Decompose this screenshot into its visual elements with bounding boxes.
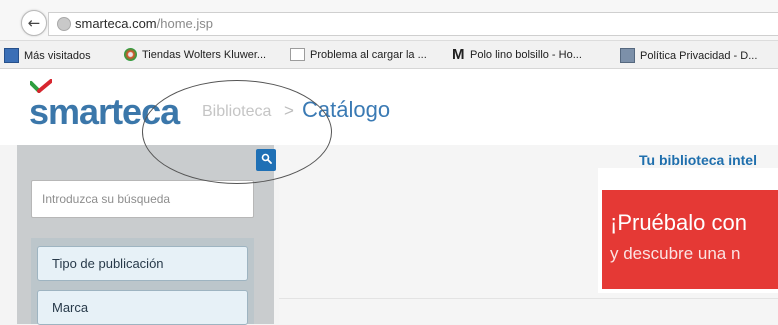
filter-label: Tipo de publicación	[52, 256, 164, 271]
bookmark-label: Tiendas Wolters Kluwer...	[142, 48, 267, 61]
page-title: Catálogo	[302, 97, 391, 122]
bookmarks-bar: Más visitados Tiendas Wolters Kluwer... …	[0, 41, 778, 69]
site-header: smarteca Biblioteca > Catálogo	[0, 69, 778, 145]
breadcrumb-biblioteca[interactable]: Biblioteca	[202, 103, 271, 121]
bookmark-politica-privacidad[interactable]: Política Privacidad - D...	[620, 48, 757, 63]
bookmark-problema-al-cargar[interactable]: Problema al cargar la ...	[290, 48, 427, 61]
browser-address-bar: ← smarteca.com/home.jsp	[0, 0, 778, 41]
page-icon	[290, 48, 305, 61]
m-favicon: M	[452, 46, 465, 63]
bookmark-polo-lino[interactable]: M Polo lino bolsillo - Ho...	[452, 46, 582, 63]
bookmark-folder-icon	[4, 48, 19, 63]
promo-title: ¡Pruébalo con	[610, 210, 747, 235]
bookmark-label: Problema al cargar la ...	[310, 48, 427, 61]
url-path: /home.jsp	[156, 16, 214, 31]
smarteca-logo[interactable]: smarteca	[29, 91, 180, 133]
bookmark-label: Política Privacidad - D...	[640, 49, 758, 62]
filter-tipo-de-publicacion[interactable]: Tipo de publicación	[37, 246, 248, 281]
filter-label: Marca	[52, 300, 89, 315]
breadcrumb-separator: >	[284, 101, 294, 120]
url-field[interactable]: smarteca.com/home.jsp	[48, 12, 778, 36]
filter-marca[interactable]: Marca	[37, 290, 248, 325]
bookmark-mas-visitados[interactable]: Más visitados	[4, 48, 91, 63]
bookmark-tiendas-wolters-kluwer[interactable]: Tiendas Wolters Kluwer...	[124, 48, 266, 61]
search-input[interactable]: Introduzca su búsqueda	[31, 180, 254, 218]
search-icon	[261, 153, 272, 164]
bookmark-label: Polo lino bolsillo - Ho...	[470, 48, 582, 61]
promo-banner[interactable]: ¡Pruébalo con y descubre una n	[602, 190, 778, 289]
url-host: smarteca.com	[75, 16, 157, 31]
back-arrow-icon[interactable]: ←	[21, 10, 47, 36]
bin-favicon	[620, 48, 635, 63]
promo-subtitle: y descubre una n	[610, 244, 741, 263]
site-favicon	[124, 48, 137, 61]
bookmark-label: Más visitados	[24, 49, 91, 62]
search-button[interactable]	[256, 149, 276, 171]
globe-icon	[57, 17, 71, 31]
tagline: Tu biblioteca intel	[639, 152, 757, 168]
url-text: smarteca.com/home.jsp	[75, 16, 213, 31]
search-placeholder: Introduzca su búsqueda	[42, 192, 171, 206]
divider	[279, 298, 778, 299]
